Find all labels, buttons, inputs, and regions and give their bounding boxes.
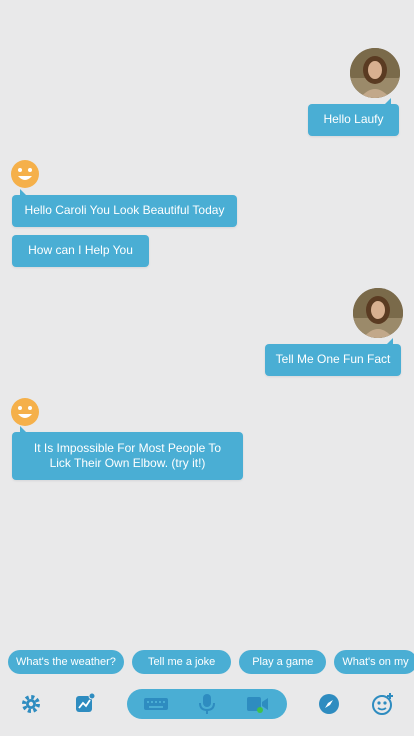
suggestion-chip[interactable]: What's on my [334, 650, 414, 674]
bot-avatar [10, 397, 40, 427]
smiley-icon [11, 160, 39, 188]
chat-area: Hello Laufy Hello Caroli You Look Beauti… [0, 0, 414, 640]
user-photo [353, 288, 403, 338]
compass-icon[interactable] [317, 692, 341, 716]
bot-avatar [10, 159, 40, 189]
user-photo [350, 48, 400, 98]
video-icon[interactable] [245, 692, 271, 716]
message-text: It Is Impossible For Most People To Lick… [33, 441, 222, 470]
bottom-toolbar [0, 686, 414, 722]
user-message-bubble: Tell Me One Fun Fact [265, 338, 401, 376]
microphone-icon[interactable] [195, 692, 219, 716]
message-text: Tell Me One Fun Fact [275, 352, 391, 366]
bot-message-bubble: It Is Impossible For Most People To Lick… [12, 426, 243, 480]
gear-icon[interactable] [19, 692, 43, 716]
bot-message-bubble: Hello Caroli You Look Beautiful Today [12, 189, 237, 227]
keyboard-icon[interactable] [143, 692, 169, 716]
bot-face-icon[interactable] [371, 692, 395, 716]
user-message-bubble: Hello Laufy [308, 98, 399, 136]
suggestion-chip[interactable]: Tell me a joke [131, 650, 232, 674]
bot-message-bubble: How can I Help You [12, 235, 149, 267]
suggestion-chip[interactable]: What's the weather? [8, 650, 124, 674]
message-text: Hello Laufy [323, 112, 384, 126]
user-avatar[interactable] [350, 48, 400, 98]
message-text: How can I Help You [28, 243, 133, 257]
suggestion-chips: What's the weather? Tell me a joke Play … [8, 650, 414, 674]
suggestion-chip[interactable]: Play a game [239, 650, 327, 674]
smiley-icon [11, 398, 39, 426]
online-indicator [257, 707, 263, 713]
trends-icon[interactable] [73, 692, 97, 716]
message-text: Hello Caroli You Look Beautiful Today [24, 203, 225, 217]
user-avatar[interactable] [353, 288, 403, 338]
input-mode-switcher [127, 689, 287, 719]
